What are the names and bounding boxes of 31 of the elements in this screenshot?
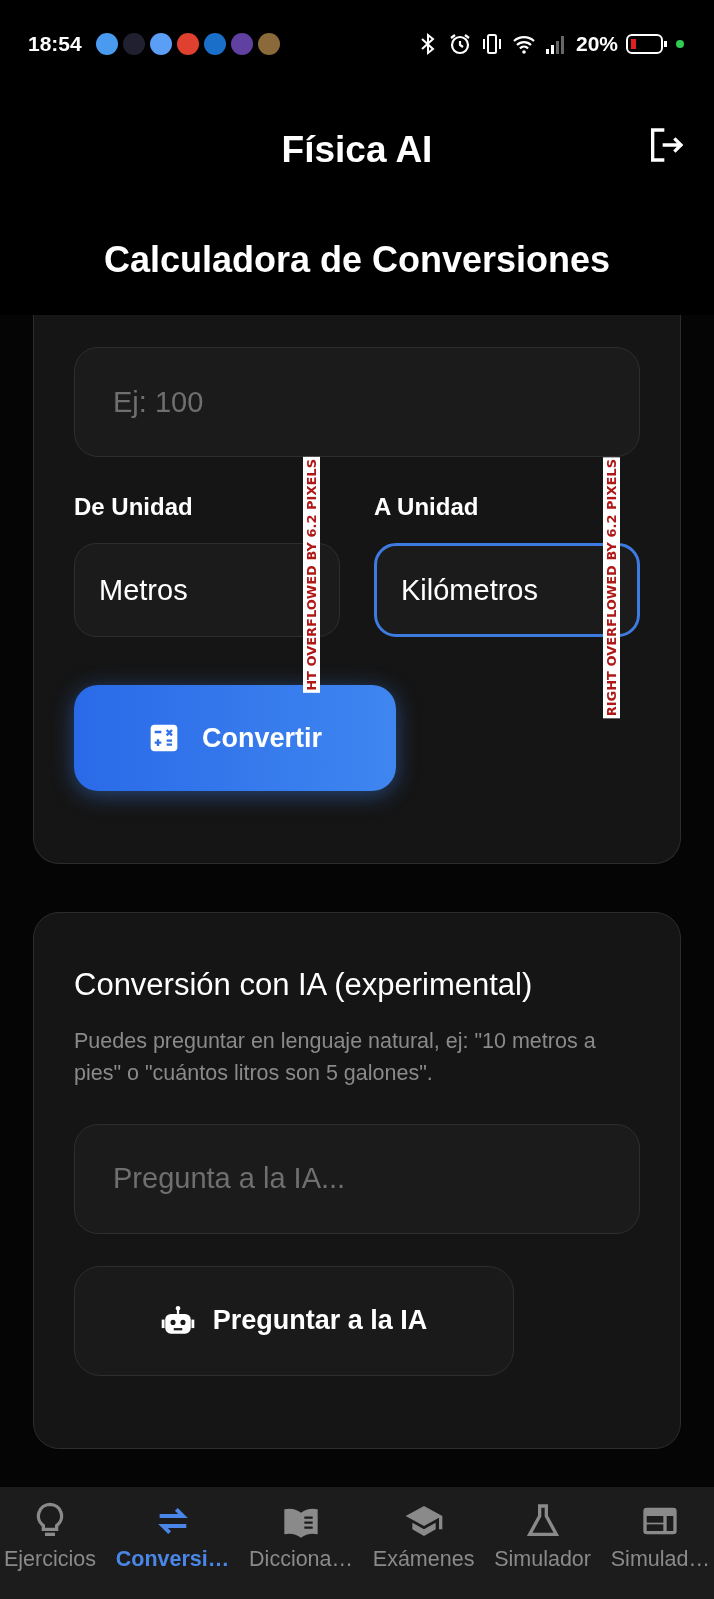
nav-tab[interactable]: Simulador xyxy=(494,1501,591,1599)
status-time: 18:54 xyxy=(28,31,82,56)
field-label: A Unidad xyxy=(374,493,479,521)
nav-tab[interactable]: Simulad… xyxy=(610,1501,710,1599)
question-input-field[interactable]: Pregunta a la IA... xyxy=(74,1123,640,1234)
page-title: Calculadora de Conversiones xyxy=(102,238,612,282)
card-title: Conversión con IA (experimental) xyxy=(74,967,534,1003)
battery-icon xyxy=(626,32,668,55)
app-title: Física AI xyxy=(281,129,433,171)
calculator-icon xyxy=(148,722,180,754)
overflow-warning: RIGHT OVERFLOWED BY 6.2 PIXELS xyxy=(603,457,620,719)
nav-tab[interactable]: Ejercicios xyxy=(4,1501,96,1599)
value-input-field[interactable]: Ej: 100 xyxy=(74,347,640,457)
app-notification-icon xyxy=(230,32,253,55)
overflow-warning: HT OVERFLOWED BY 6.2 PIXELS xyxy=(303,457,320,693)
nav-tab[interactable]: Exámenes xyxy=(372,1501,475,1599)
dropdown-value: Kilómetros xyxy=(401,573,538,607)
ask-ai-button[interactable]: Preguntar a la IA xyxy=(74,1265,514,1376)
nav-tab[interactable]: Conversi… xyxy=(115,1501,230,1599)
app-notification-icon xyxy=(176,32,199,55)
card-description: Puedes preguntar en lenguaje natural, ej: "10 metros a pies" o "cuántos litros son 5 galones". xyxy=(74,1028,597,1088)
charging-dot-icon xyxy=(676,39,684,48)
dropdown-value: Metros xyxy=(99,573,188,607)
app-notification-icon xyxy=(122,32,145,55)
nav-tab[interactable]: Dicciona… xyxy=(249,1501,354,1599)
field-label: De Unidad xyxy=(74,493,193,521)
app-notification-icon xyxy=(149,32,172,55)
app-notification-icon xyxy=(95,32,118,55)
app-notification-icon xyxy=(257,32,280,55)
app-notification-icon xyxy=(203,32,226,55)
battery-percentage: 20% xyxy=(575,31,618,56)
